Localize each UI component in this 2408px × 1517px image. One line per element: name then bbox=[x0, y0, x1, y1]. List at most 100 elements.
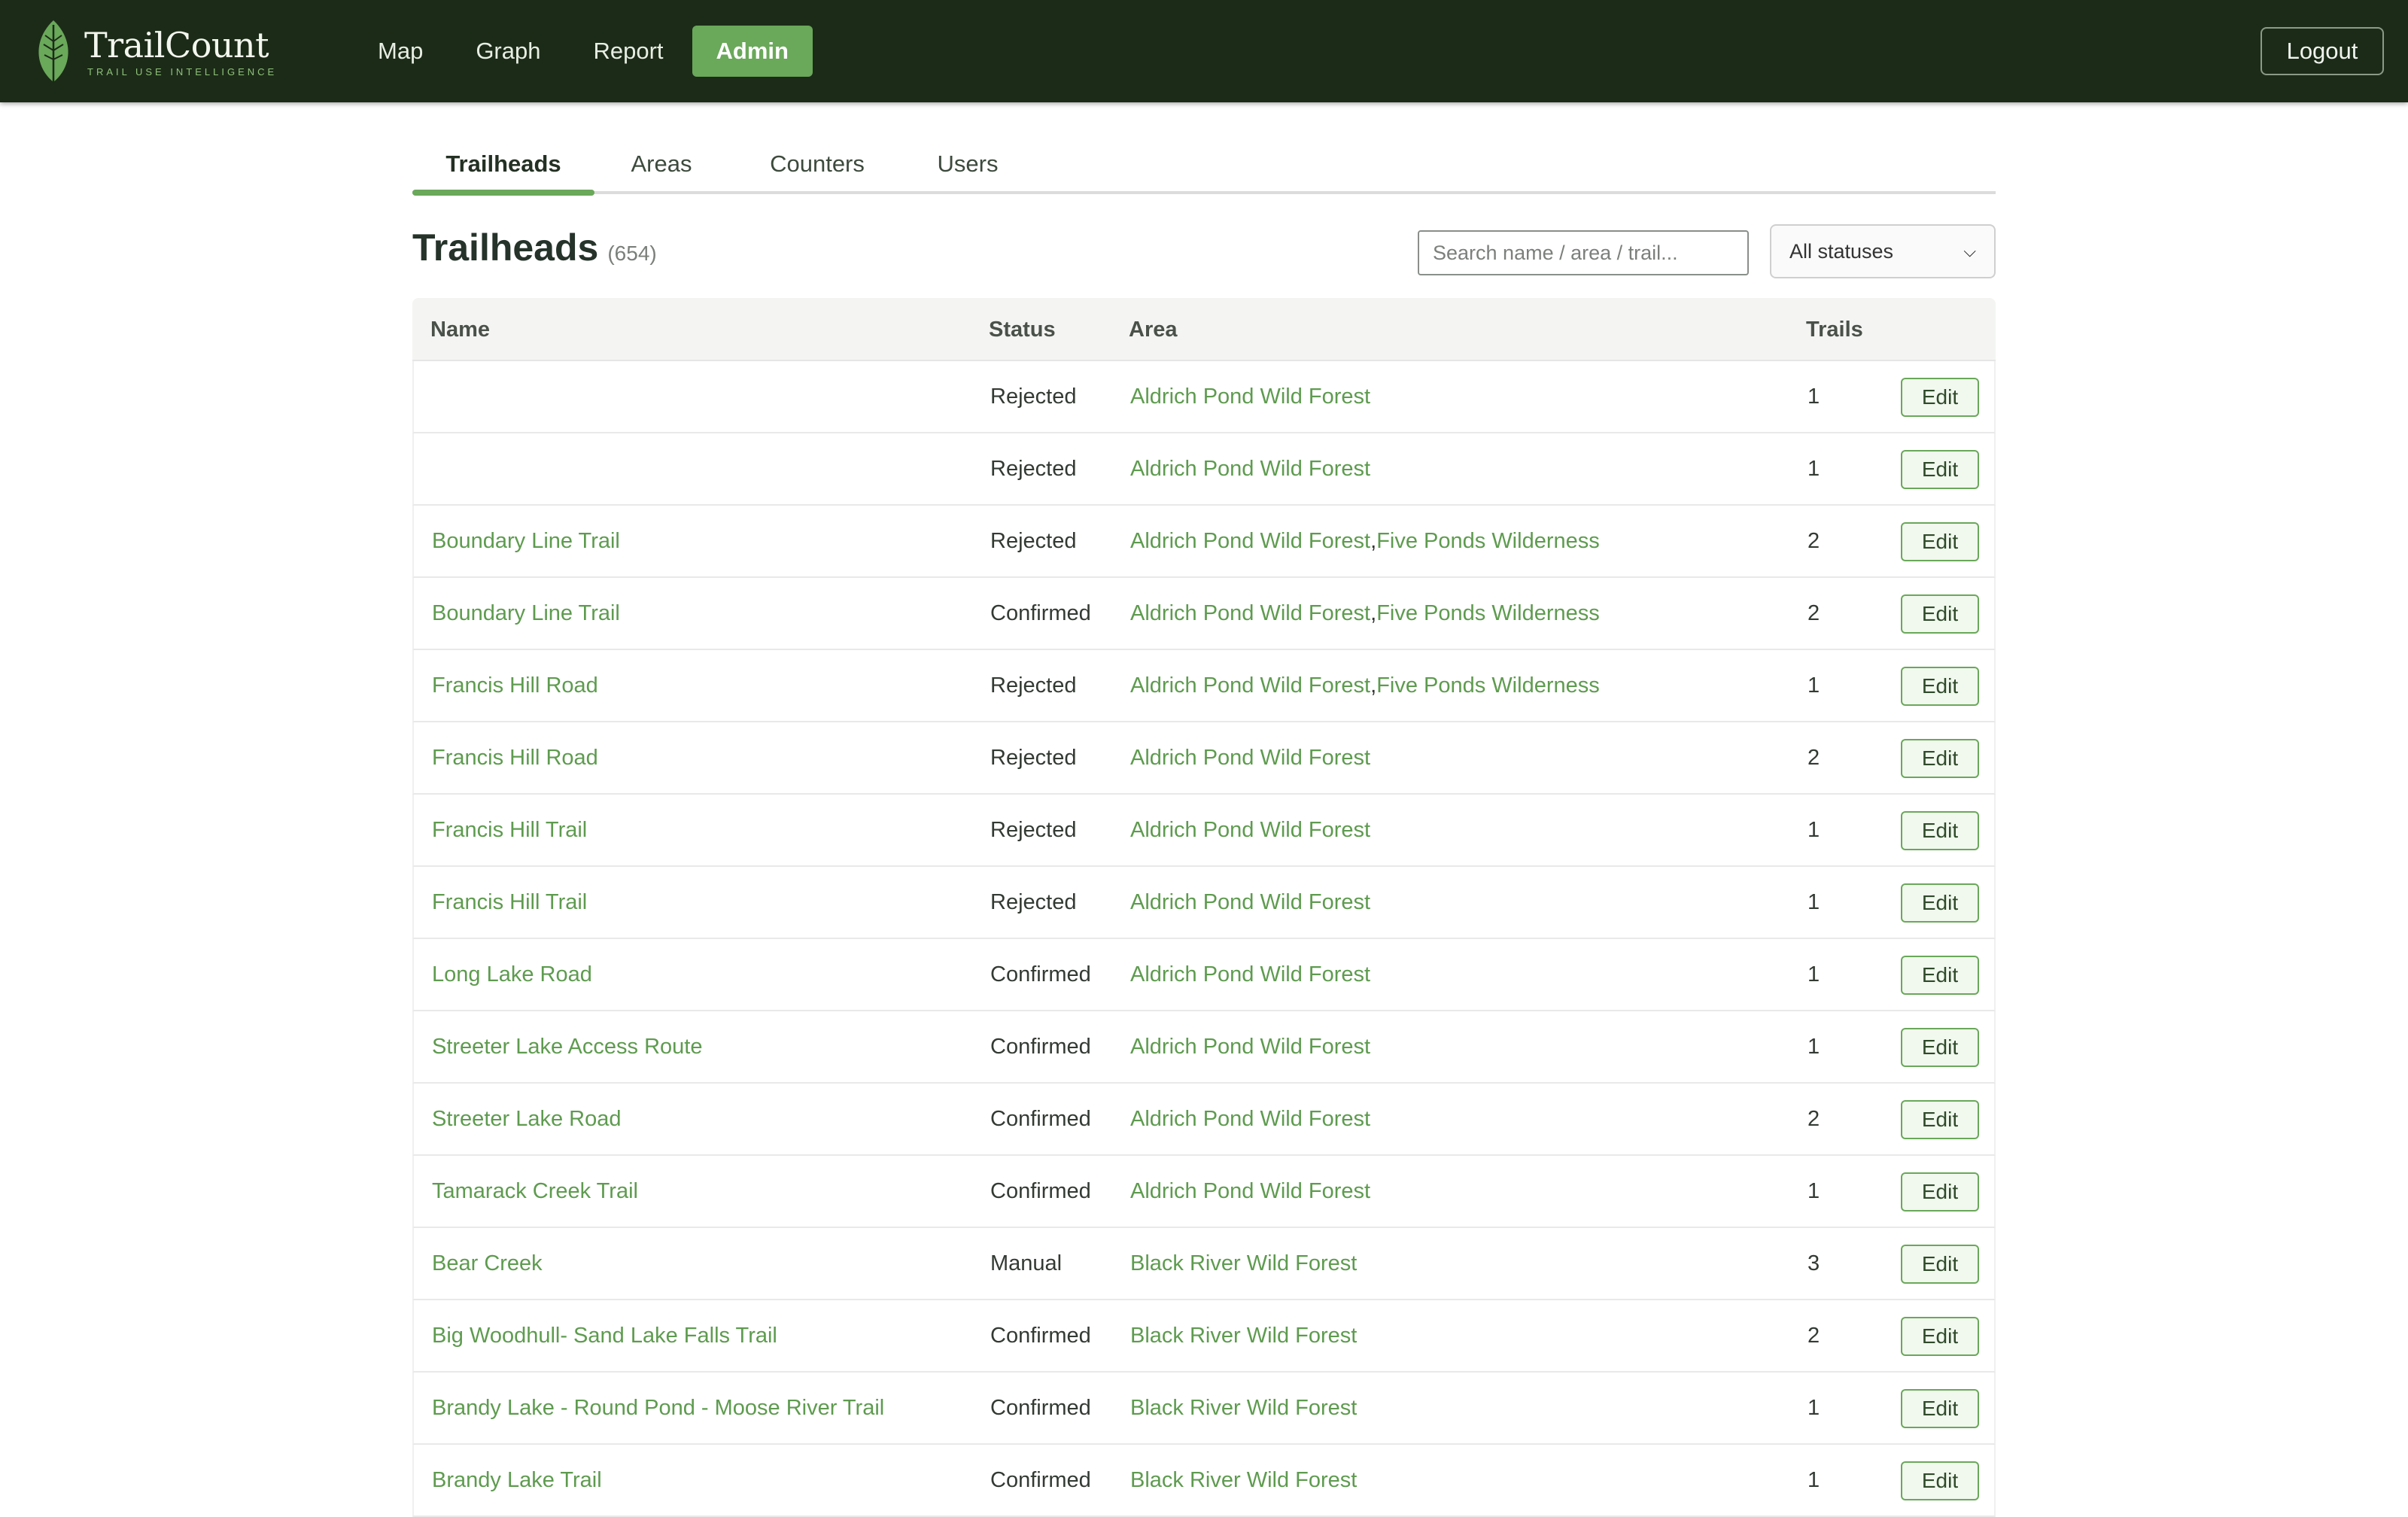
table-body: Rejected Aldrich Pond Wild Forest 1 Edit Rej… bbox=[412, 361, 1996, 1517]
leaf-icon bbox=[38, 20, 68, 82]
brand-logo[interactable]: TrailCount TRAIL USE INTELLIGENCE bbox=[35, 15, 277, 87]
active-tab-indicator bbox=[412, 190, 594, 196]
trailhead-status: Rejected bbox=[990, 673, 1077, 698]
area-separator: , bbox=[1370, 600, 1377, 625]
trail-count: 2 bbox=[1808, 1323, 1820, 1348]
area-link[interactable]: Aldrich Pond Wild Forest bbox=[1130, 1107, 1370, 1132]
trail-count: 1 bbox=[1808, 1034, 1820, 1059]
area-link[interactable]: Five Ponds Wilderness bbox=[1376, 673, 1600, 698]
trailhead-name-link[interactable]: Long Lake Road bbox=[432, 939, 592, 1010]
area-separator: , bbox=[1370, 673, 1377, 698]
column-header-area[interactable]: Area bbox=[1129, 298, 1178, 361]
edit-button[interactable]: Edit bbox=[1901, 1100, 1979, 1139]
table-row: Francis Hill Trail Rejected Aldrich Pond W… bbox=[412, 867, 1996, 939]
trailhead-name-link[interactable]: Streeter Lake Road bbox=[432, 1084, 621, 1154]
area-link[interactable]: Aldrich Pond Wild Forest bbox=[1130, 457, 1370, 482]
trailhead-areas: Aldrich Pond Wild Forest bbox=[1130, 939, 1370, 1010]
edit-button[interactable]: Edit bbox=[1901, 522, 1979, 561]
area-link[interactable]: Aldrich Pond Wild Forest bbox=[1130, 385, 1370, 409]
area-link[interactable]: Aldrich Pond Wild Forest bbox=[1130, 529, 1370, 554]
trailhead-name-link[interactable]: Brandy Lake - Round Pond - Moose River T… bbox=[432, 1373, 884, 1443]
trail-count: 1 bbox=[1808, 817, 1820, 842]
table-row: Brandy Lake Trail Confirmed Black River Wi… bbox=[412, 1445, 1996, 1517]
page-title: Trailheads bbox=[412, 226, 599, 269]
trailhead-name-link[interactable]: Francis Hill Road bbox=[432, 722, 598, 793]
trailhead-name-link[interactable]: Tamarack Creek Trail bbox=[432, 1156, 638, 1227]
record-count: (654) bbox=[607, 242, 657, 265]
trail-count: 1 bbox=[1808, 962, 1820, 987]
edit-button[interactable]: Edit bbox=[1901, 1245, 1979, 1284]
table-row: Francis Hill Road Rejected Aldrich Pond Wi… bbox=[412, 722, 1996, 795]
area-link[interactable]: Black River Wild Forest bbox=[1130, 1468, 1357, 1493]
edit-button[interactable]: Edit bbox=[1901, 378, 1979, 417]
trailhead-name-link[interactable]: Francis Hill Road bbox=[432, 650, 598, 721]
tab-areas[interactable]: Areas bbox=[604, 134, 719, 194]
status-filter-select[interactable]: All statuses ⌵ bbox=[1770, 224, 1996, 278]
trailhead-name-link[interactable]: Francis Hill Trail bbox=[432, 795, 587, 865]
area-link[interactable]: Aldrich Pond Wild Forest bbox=[1130, 1179, 1370, 1204]
tab-trailheads[interactable]: Trailheads bbox=[412, 134, 594, 194]
search-input[interactable] bbox=[1418, 230, 1749, 275]
trailhead-name-link[interactable]: Big Woodhull- Sand Lake Falls Trail bbox=[432, 1300, 777, 1371]
area-link[interactable]: Five Ponds Wilderness bbox=[1376, 601, 1600, 626]
area-link[interactable]: Aldrich Pond Wild Forest bbox=[1130, 1035, 1370, 1059]
edit-button[interactable]: Edit bbox=[1901, 1317, 1979, 1356]
column-header-trails[interactable]: Trails bbox=[1806, 298, 1863, 361]
edit-button[interactable]: Edit bbox=[1901, 594, 1979, 634]
trailhead-name-link[interactable]: Streeter Lake Access Route bbox=[432, 1011, 702, 1082]
trailhead-status: Rejected bbox=[990, 384, 1077, 409]
trailhead-name-link[interactable]: Boundary Line Trail bbox=[432, 578, 620, 649]
area-link[interactable]: Aldrich Pond Wild Forest bbox=[1130, 962, 1370, 987]
column-header-name[interactable]: Name bbox=[430, 298, 490, 361]
edit-button[interactable]: Edit bbox=[1901, 1172, 1979, 1211]
area-link[interactable]: Aldrich Pond Wild Forest bbox=[1130, 746, 1370, 771]
area-link[interactable]: Aldrich Pond Wild Forest bbox=[1130, 890, 1370, 915]
edit-button[interactable]: Edit bbox=[1901, 1461, 1979, 1500]
trail-count: 1 bbox=[1808, 673, 1820, 698]
edit-button[interactable]: Edit bbox=[1901, 667, 1979, 706]
trailhead-status: Confirmed bbox=[990, 1178, 1091, 1203]
trailhead-areas: Aldrich Pond Wild Forest bbox=[1130, 433, 1370, 504]
trailhead-status: Confirmed bbox=[990, 600, 1091, 625]
table-row: Brandy Lake - Round Pond - Moose River T… bbox=[412, 1373, 1996, 1445]
trailhead-name-link[interactable]: Bear Creek bbox=[432, 1228, 543, 1299]
area-link[interactable]: Aldrich Pond Wild Forest bbox=[1130, 818, 1370, 843]
trailhead-name-link[interactable]: Francis Hill Trail bbox=[432, 867, 587, 938]
trailhead-status: Manual bbox=[990, 1251, 1063, 1275]
edit-button[interactable]: Edit bbox=[1901, 739, 1979, 778]
trailhead-areas: Aldrich Pond Wild Forest bbox=[1130, 361, 1370, 432]
table-row: Francis Hill Road Rejected Aldrich Pond Wi… bbox=[412, 650, 1996, 722]
trail-count: 1 bbox=[1808, 1178, 1820, 1203]
tab-counters[interactable]: Counters bbox=[743, 134, 891, 194]
area-link[interactable]: Black River Wild Forest bbox=[1130, 1251, 1357, 1276]
edit-button[interactable]: Edit bbox=[1901, 1389, 1979, 1428]
column-header-status[interactable]: Status bbox=[989, 298, 1056, 361]
logout-button[interactable]: Logout bbox=[2261, 27, 2384, 75]
table-row: Francis Hill Trail Rejected Aldrich Pond W… bbox=[412, 795, 1996, 867]
area-separator: , bbox=[1370, 528, 1377, 553]
area-link[interactable]: Black River Wild Forest bbox=[1130, 1324, 1357, 1348]
trailhead-status: Confirmed bbox=[990, 1034, 1091, 1059]
edit-button[interactable]: Edit bbox=[1901, 883, 1979, 923]
nav-item-map[interactable]: Map bbox=[354, 26, 447, 77]
edit-button[interactable]: Edit bbox=[1901, 1028, 1979, 1067]
trailhead-name-link[interactable]: Boundary Line Trail bbox=[432, 506, 620, 576]
area-link[interactable]: Aldrich Pond Wild Forest bbox=[1130, 601, 1370, 626]
nav-item-report[interactable]: Report bbox=[569, 26, 687, 77]
area-link[interactable]: Black River Wild Forest bbox=[1130, 1396, 1357, 1421]
area-link[interactable]: Aldrich Pond Wild Forest bbox=[1130, 673, 1370, 698]
nav-item-graph[interactable]: Graph bbox=[451, 26, 564, 77]
edit-button[interactable]: Edit bbox=[1901, 956, 1979, 995]
table-row: Streeter Lake Access Route Confirmed Aldri… bbox=[412, 1011, 1996, 1084]
trail-count: 2 bbox=[1808, 528, 1820, 553]
trailhead-areas: Aldrich Pond Wild Forest bbox=[1130, 1011, 1370, 1082]
table-row: Boundary Line Trail Confirmed Aldrich Pond… bbox=[412, 578, 1996, 650]
trail-count: 1 bbox=[1808, 384, 1820, 409]
area-link[interactable]: Five Ponds Wilderness bbox=[1376, 529, 1600, 554]
table-row: Bear Creek Manual Black River Wild Forest 3… bbox=[412, 1228, 1996, 1300]
edit-button[interactable]: Edit bbox=[1901, 811, 1979, 850]
trailhead-status: Rejected bbox=[990, 817, 1077, 842]
nav-item-admin[interactable]: Admin bbox=[692, 26, 813, 77]
tab-users[interactable]: Users bbox=[912, 134, 1023, 194]
edit-button[interactable]: Edit bbox=[1901, 450, 1979, 489]
